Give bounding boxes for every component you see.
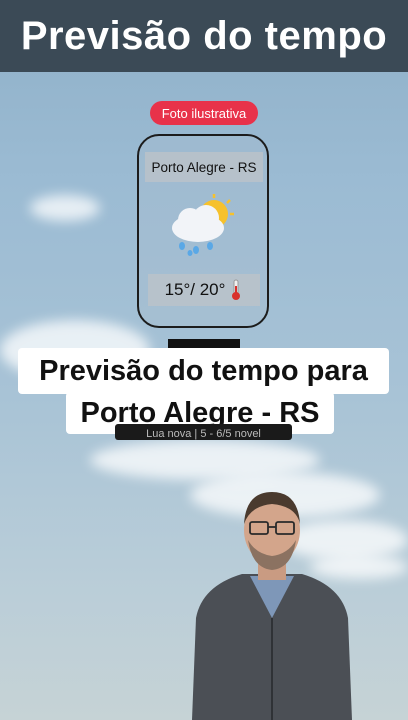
moon-phase-ticker: Lua nova | 5 - 6/5 novel (115, 424, 292, 440)
illustrative-photo-badge: Foto ilustrativa (150, 101, 258, 125)
city-label: Porto Alegre - RS (145, 152, 263, 182)
temperature-box: 15°/ 20° (148, 274, 260, 306)
video-header: Previsão do tempo (0, 0, 408, 72)
cloud-decoration (30, 195, 100, 221)
presenter-image (192, 492, 352, 720)
temperature-value: 15°/ 20° (164, 280, 226, 299)
thermometer-icon (232, 279, 241, 300)
cloud-rain-sun-icon (172, 194, 234, 256)
page-title: Previsão do tempo (20, 13, 388, 58)
caption-line-1: Previsão do tempo para (18, 348, 389, 394)
